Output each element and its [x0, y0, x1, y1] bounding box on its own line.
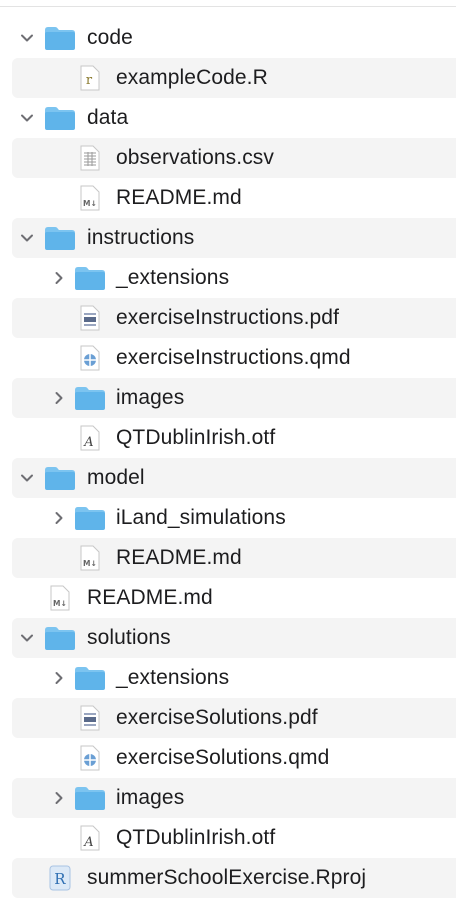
- row-label: README.md: [116, 186, 242, 209]
- file-row-readme-md[interactable]: M↓ README.md: [12, 578, 456, 618]
- svg-text:M↓: M↓: [83, 559, 97, 568]
- row-label: _extensions: [116, 266, 230, 289]
- folder-row-images[interactable]: images: [12, 378, 456, 418]
- row-label: exerciseSolutions.qmd: [116, 746, 330, 769]
- folder-row-solutions[interactable]: solutions: [12, 618, 456, 658]
- row-label: _extensions: [116, 666, 230, 689]
- folder-row-data[interactable]: data: [12, 98, 456, 138]
- chevron-down-icon[interactable]: [18, 229, 36, 247]
- folder-icon: [44, 103, 76, 133]
- row-label: summerSchoolExercise.Rproj: [87, 866, 367, 889]
- file-row-readme-md[interactable]: M↓ README.md: [12, 538, 456, 578]
- file-row-qtdublinirish-otf[interactable]: A QTDublinIrish.otf: [12, 818, 456, 858]
- font-icon: A: [74, 823, 106, 853]
- file-row-exerciseinstructions-pdf[interactable]: exerciseInstructions.pdf: [12, 298, 456, 338]
- row-label: QTDublinIrish.otf: [116, 426, 276, 449]
- svg-text:M↓: M↓: [53, 599, 67, 608]
- chevron-down-icon[interactable]: [18, 469, 36, 487]
- svg-text:R: R: [54, 870, 66, 888]
- folder-icon: [44, 623, 76, 653]
- folder-row-code[interactable]: code: [12, 18, 456, 58]
- svg-text:M↓: M↓: [83, 199, 97, 208]
- folder-icon: [74, 263, 106, 293]
- folder-row-model[interactable]: model: [12, 458, 456, 498]
- chevron-right-icon[interactable]: [50, 389, 68, 407]
- row-label: images: [116, 386, 185, 409]
- folder-icon: [44, 463, 76, 493]
- font-icon: A: [74, 423, 106, 453]
- row-label: exerciseInstructions.qmd: [116, 346, 351, 369]
- file-row-summerschoolexercise-rproj[interactable]: R summerSchoolExercise.Rproj: [12, 858, 456, 898]
- chevron-right-icon[interactable]: [50, 669, 68, 687]
- row-label: exerciseInstructions.pdf: [116, 306, 340, 329]
- svg-text:A: A: [83, 835, 94, 850]
- row-label: images: [116, 786, 185, 809]
- row-label: QTDublinIrish.otf: [116, 826, 276, 849]
- chevron-down-icon[interactable]: [18, 29, 36, 47]
- file-row-readme-md[interactable]: M↓ README.md: [12, 178, 456, 218]
- row-label: observations.csv: [116, 146, 275, 169]
- svg-text:A: A: [83, 435, 94, 450]
- folder-row-images[interactable]: images: [12, 778, 456, 818]
- file-row-examplecode-r[interactable]: r exampleCode.R: [12, 58, 456, 98]
- markdown-icon: M↓: [44, 583, 76, 613]
- folder-icon: [44, 223, 76, 253]
- row-label: exampleCode.R: [116, 66, 268, 89]
- folder-icon: [44, 23, 76, 53]
- chevron-right-icon[interactable]: [50, 269, 68, 287]
- row-label: instructions: [87, 226, 195, 249]
- row-label: data: [87, 106, 129, 129]
- quarto-icon: [74, 743, 106, 773]
- pdf-icon: [74, 303, 106, 333]
- file-row-exercisesolutions-pdf[interactable]: exerciseSolutions.pdf: [12, 698, 456, 738]
- folder-row-iland-simulations[interactable]: iLand_simulations: [12, 498, 456, 538]
- r-script-icon: r: [74, 63, 106, 93]
- markdown-icon: M↓: [74, 183, 106, 213]
- folder-icon: [74, 383, 106, 413]
- folder-icon: [74, 783, 106, 813]
- markdown-icon: M↓: [74, 543, 106, 573]
- row-label: exerciseSolutions.pdf: [116, 706, 318, 729]
- row-label: iLand_simulations: [116, 506, 286, 529]
- row-label: README.md: [116, 546, 242, 569]
- file-row-qtdublinirish-otf[interactable]: A QTDublinIrish.otf: [12, 418, 456, 458]
- chevron-down-icon[interactable]: [18, 629, 36, 647]
- file-row-observations-csv[interactable]: observations.csv: [12, 138, 456, 178]
- row-label: code: [87, 26, 133, 49]
- pdf-icon: [74, 703, 106, 733]
- folder-row-extensions[interactable]: _extensions: [12, 658, 456, 698]
- quarto-icon: [74, 343, 106, 373]
- row-label: README.md: [87, 586, 213, 609]
- rproj-icon: R: [44, 863, 76, 893]
- folder-icon: [74, 663, 106, 693]
- row-label: solutions: [87, 626, 171, 649]
- csv-icon: [74, 143, 106, 173]
- folder-icon: [74, 503, 106, 533]
- file-tree: code r exampleCode.R data observations.c…: [12, 18, 456, 898]
- row-label: model: [87, 466, 145, 489]
- chevron-down-icon[interactable]: [18, 109, 36, 127]
- chevron-right-icon[interactable]: [50, 509, 68, 527]
- file-row-exerciseinstructions-qmd[interactable]: exerciseInstructions.qmd: [12, 338, 456, 378]
- top-divider: [0, 6, 456, 7]
- folder-row-instructions[interactable]: instructions: [12, 218, 456, 258]
- file-row-exercisesolutions-qmd[interactable]: exerciseSolutions.qmd: [12, 738, 456, 778]
- folder-row-extensions[interactable]: _extensions: [12, 258, 456, 298]
- chevron-right-icon[interactable]: [50, 789, 68, 807]
- svg-text:r: r: [86, 73, 93, 88]
